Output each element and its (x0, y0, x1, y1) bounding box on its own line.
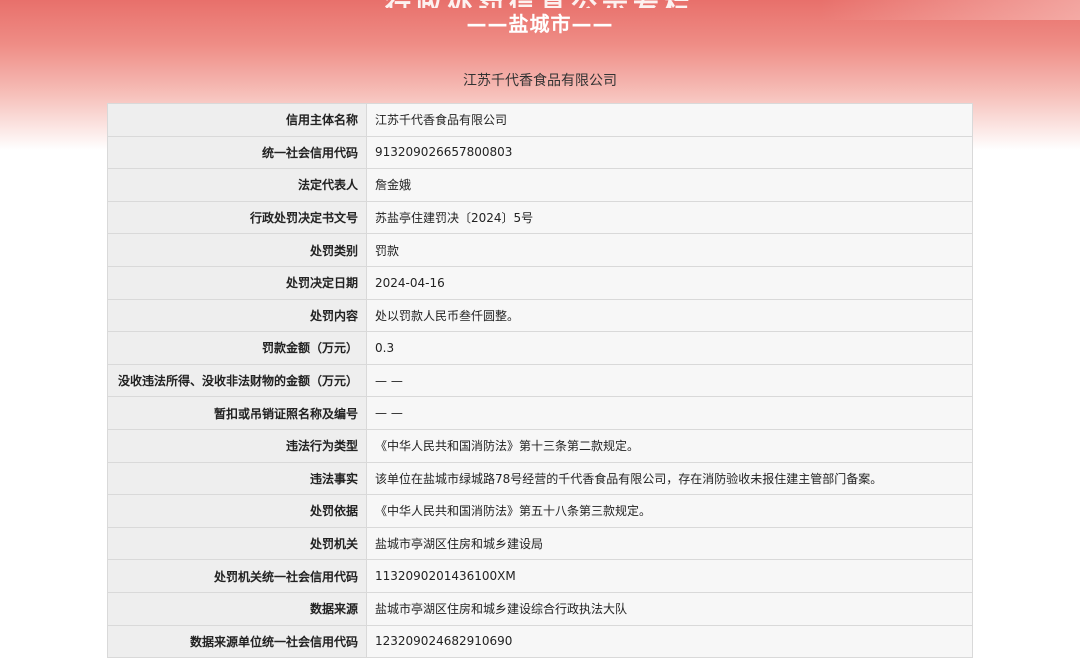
table-row: 处罚机关 盐城市亭湖区住房和城乡建设局 (107, 526, 973, 561)
row-label: 暂扣或吊销证照名称及编号 (107, 396, 367, 430)
company-title: 江苏千代香食品有限公司 (463, 73, 617, 89)
table-row: 法定代表人 詹金娥 (107, 168, 973, 202)
penalty-info-table: 信用主体名称 江苏千代香食品有限公司 统一社会信用代码 913209026657… (107, 103, 973, 659)
row-value: 詹金娥 (366, 168, 973, 202)
row-value: — — (366, 363, 973, 398)
row-value: 0.3 (366, 331, 973, 365)
row-label: 处罚机关统一社会信用代码 (107, 559, 367, 593)
row-value: 《中华人民共和国消防法》第十三条第二款规定。 (366, 428, 973, 463)
banner-title-fragment: 行政处罚信息公示专栏 (240, 0, 840, 8)
row-value: — — (366, 396, 973, 430)
table-row: 暂扣或吊销证照名称及编号 — — (107, 396, 973, 430)
row-value: 123209024682910690 (366, 624, 973, 659)
region-subtitle: ——盐城市—— (466, 12, 614, 36)
row-label: 数据来源单位统一社会信用代码 (107, 624, 367, 659)
row-value: 《中华人民共和国消防法》第五十八条第三款规定。 (366, 494, 973, 528)
table-row: 违法行为类型 《中华人民共和国消防法》第十三条第二款规定。 (107, 428, 973, 463)
table-row: 处罚决定日期 2024-04-16 (107, 265, 973, 300)
table-row: 没收违法所得、没收非法财物的金额（万元） — — (107, 363, 973, 398)
row-label: 法定代表人 (107, 168, 367, 202)
row-label: 违法事实 (107, 461, 367, 496)
table-row: 信用主体名称 江苏千代香食品有限公司 (107, 103, 973, 137)
row-value: 913209026657800803 (366, 135, 973, 170)
row-value: 苏盐亭住建罚决〔2024〕5号 (366, 200, 973, 235)
row-value: 处以罚款人民币叁仟圆整。 (366, 298, 973, 333)
row-label: 数据来源 (107, 591, 367, 626)
row-label: 行政处罚决定书文号 (107, 200, 367, 235)
row-label: 统一社会信用代码 (107, 135, 367, 170)
row-value: 盐城市亭湖区住房和城乡建设综合行政执法大队 (366, 591, 973, 626)
row-label: 罚款金额（万元） (107, 331, 367, 365)
table-row: 处罚机关统一社会信用代码 1132090201436100XM (107, 559, 973, 593)
row-value: 江苏千代香食品有限公司 (366, 103, 973, 137)
row-value: 盐城市亭湖区住房和城乡建设局 (366, 526, 973, 561)
table-row: 数据来源单位统一社会信用代码 123209024682910690 (107, 624, 973, 659)
table-row: 罚款金额（万元） 0.3 (107, 331, 973, 365)
table-row: 行政处罚决定书文号 苏盐亭住建罚决〔2024〕5号 (107, 200, 973, 235)
row-label: 处罚类别 (107, 233, 367, 267)
row-label: 违法行为类型 (107, 428, 367, 463)
row-label: 处罚机关 (107, 526, 367, 561)
table-row: 统一社会信用代码 913209026657800803 (107, 135, 973, 170)
table-row: 处罚类别 罚款 (107, 233, 973, 267)
row-label: 没收违法所得、没收非法财物的金额（万元） (107, 363, 367, 398)
table-row: 违法事实 该单位在盐城市绿城路78号经营的千代香食品有限公司，存在消防验收未报住… (107, 461, 973, 496)
row-label: 信用主体名称 (107, 103, 367, 137)
row-value: 2024-04-16 (366, 265, 973, 300)
row-label: 处罚依据 (107, 494, 367, 528)
row-label: 处罚决定日期 (107, 265, 367, 300)
table-row: 处罚依据 《中华人民共和国消防法》第五十八条第三款规定。 (107, 494, 973, 528)
page: 行政处罚信息公示专栏 ——盐城市—— 江苏千代香食品有限公司 信用主体名称 江苏… (0, 0, 1080, 659)
table-row: 处罚内容 处以罚款人民币叁仟圆整。 (107, 298, 973, 333)
row-value: 罚款 (366, 233, 973, 267)
table-row: 数据来源 盐城市亭湖区住房和城乡建设综合行政执法大队 (107, 591, 973, 626)
row-value: 该单位在盐城市绿城路78号经营的千代香食品有限公司，存在消防验收未报住建主管部门… (366, 461, 973, 496)
row-label: 处罚内容 (107, 298, 367, 333)
row-value: 1132090201436100XM (366, 559, 973, 593)
